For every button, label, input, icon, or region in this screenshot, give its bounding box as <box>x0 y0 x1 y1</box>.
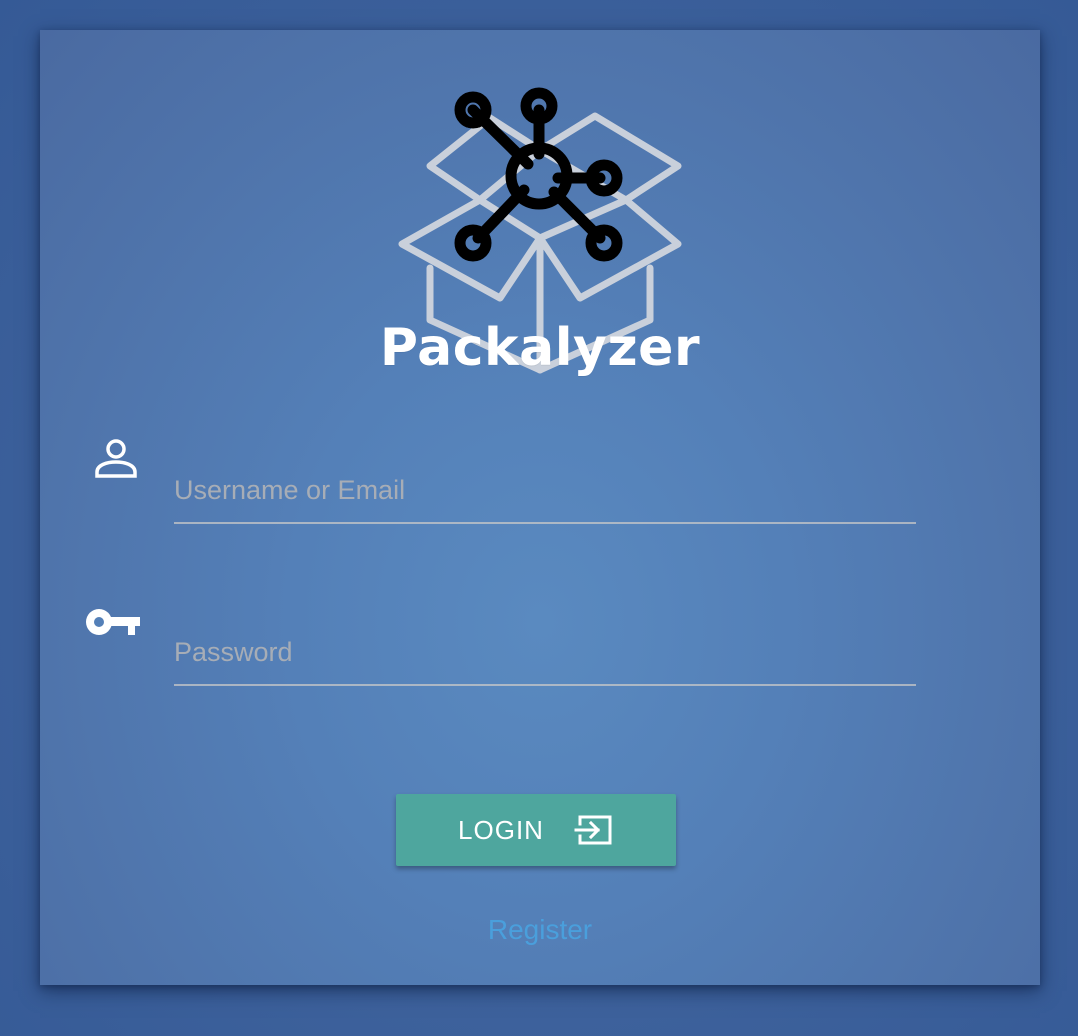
login-enter-icon <box>574 814 614 846</box>
key-icon <box>84 604 142 644</box>
login-button[interactable]: LOGIN <box>396 794 676 866</box>
login-card: Packalyzer LOGIN <box>40 30 1040 985</box>
register-link[interactable]: Register <box>40 914 1040 946</box>
username-input[interactable] <box>174 472 914 508</box>
user-icon <box>88 438 144 478</box>
username-field <box>174 462 916 524</box>
password-field <box>174 624 916 686</box>
login-button-label: LOGIN <box>458 814 544 845</box>
password-input[interactable] <box>174 634 914 670</box>
brand-title: Packalyzer <box>379 318 701 378</box>
